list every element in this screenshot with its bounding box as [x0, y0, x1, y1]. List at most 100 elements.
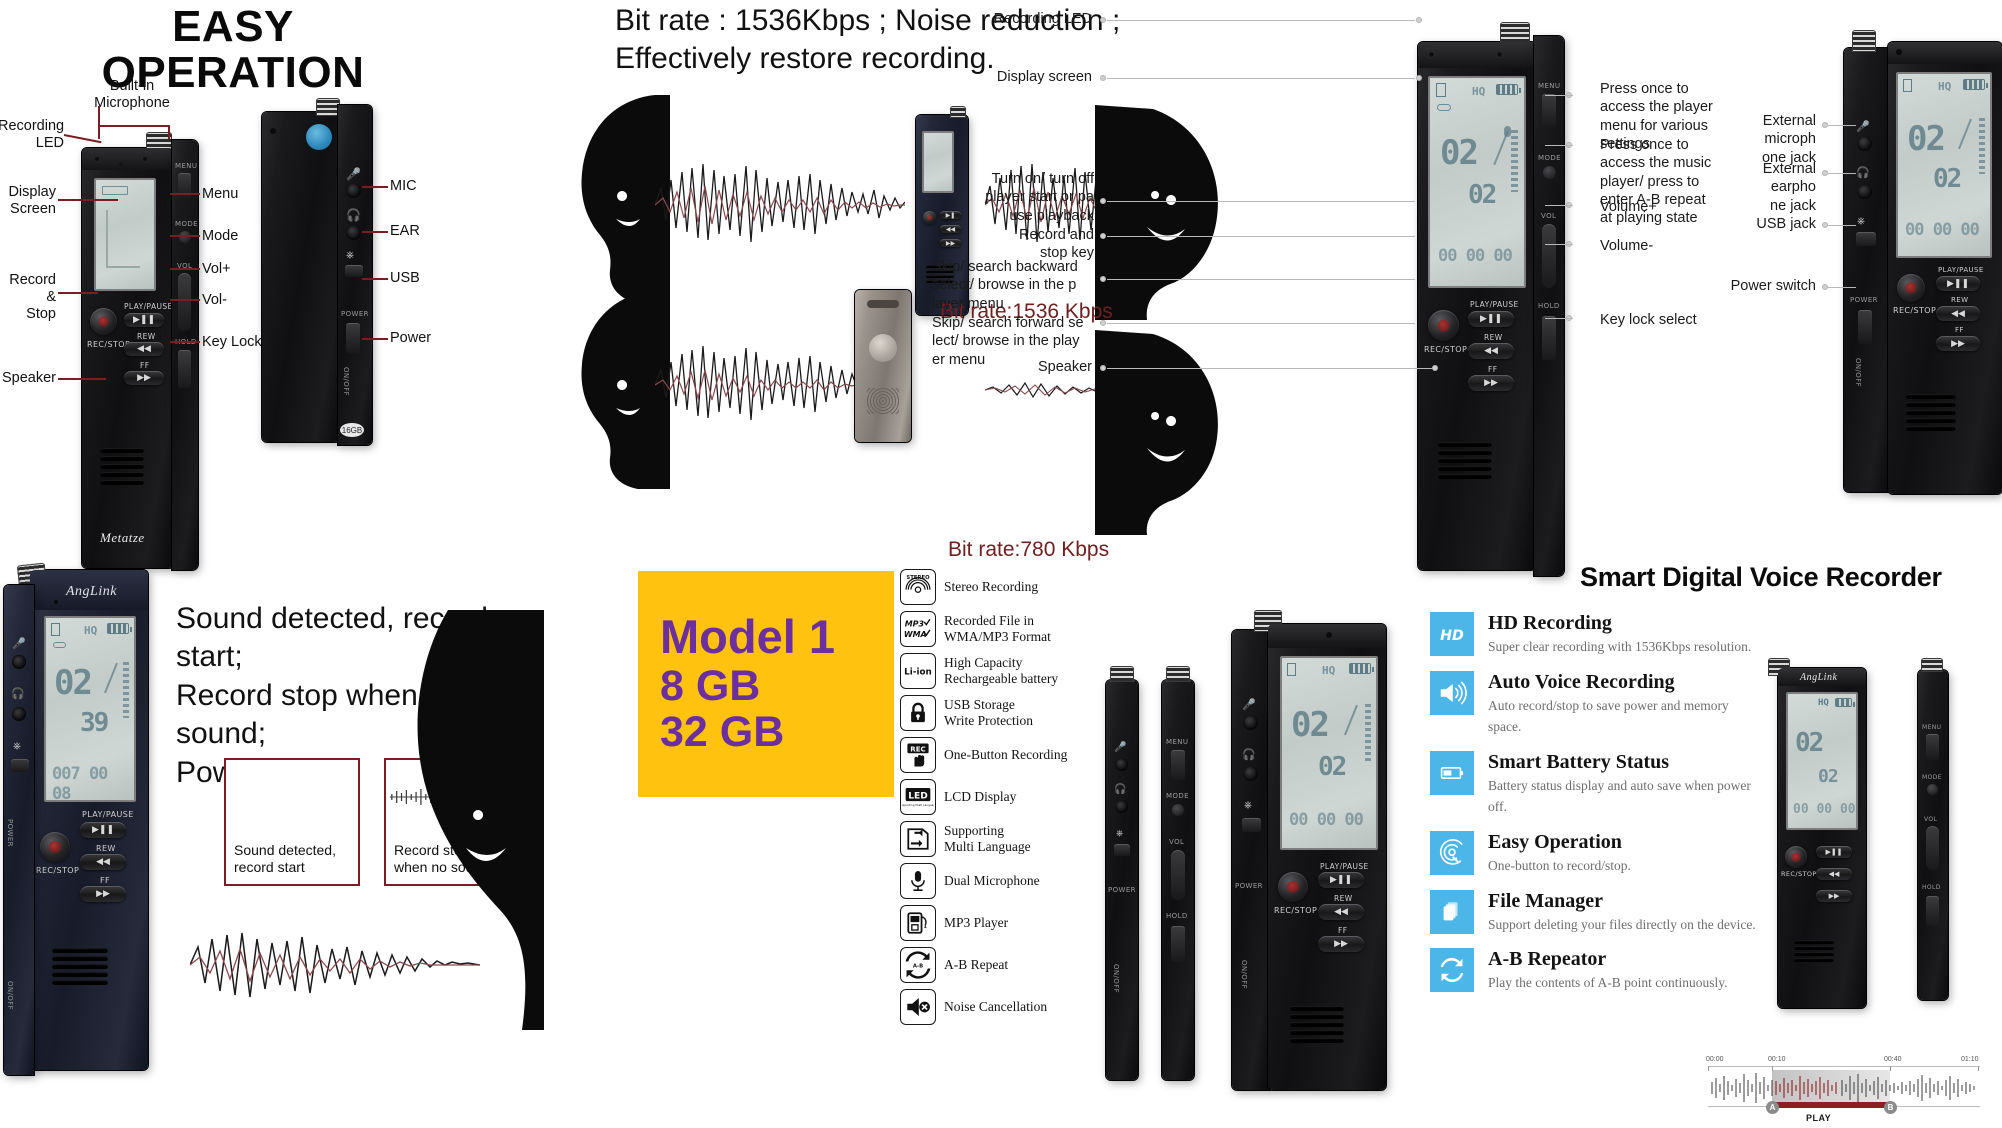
cluster1-usb-jack[interactable]: [1114, 844, 1130, 856]
power-switch[interactable]: [346, 323, 360, 353]
mini-ff-button[interactable]: ▶▶: [940, 239, 961, 247]
blue-rew-button[interactable]: ◀◀: [80, 854, 126, 870]
device-annotated-main: HQ 02 02 00 00 00 REC/STOP PLAY/PAUSE ▶❚…: [1418, 22, 1536, 570]
far-lcd-mid: 02: [1933, 164, 1962, 194]
key-lock-switch[interactable]: [178, 350, 191, 388]
cluster1-mic-grill: [1110, 666, 1134, 682]
model-badge-line3: 32 GB: [660, 708, 785, 757]
callout-recording-led: Recording LED: [0, 118, 65, 152]
far-external-earphone-jack[interactable]: [1857, 184, 1872, 199]
far-play-button[interactable]: ▶❚❚: [1936, 276, 1980, 291]
cluster2-menu-button[interactable]: [1171, 750, 1185, 780]
ab-marker-a[interactable]: A: [1766, 1101, 1779, 1114]
key-lock-switch-annotated[interactable]: [1542, 316, 1556, 360]
external-microphone-jack[interactable]: [346, 183, 361, 198]
blue-mic-jack[interactable]: [12, 655, 26, 669]
menu-button[interactable]: [178, 173, 191, 199]
page-title-line1: EASY: [172, 2, 294, 51]
cluster2-volume-rocker[interactable]: [1171, 850, 1185, 900]
noise-cancellation-icon: [900, 988, 936, 1025]
cluster-main-mic-icon: 🎤: [1242, 699, 1256, 711]
cluster-main-mic-jack[interactable]: [1243, 715, 1258, 730]
device-mini-silver: [855, 290, 911, 442]
bitrate-headline: Bit rate : 1536Kbps ; Noise reduction ; …: [615, 2, 1215, 79]
cluster-main-speaker: [1290, 1006, 1344, 1043]
play-pause-button[interactable]: ▶❚❚: [124, 313, 164, 327]
mini-lcd: [922, 131, 954, 193]
mode-button-annotated[interactable]: [1543, 166, 1556, 179]
cluster-main-rec-button[interactable]: [1278, 872, 1308, 902]
blue-rec-button[interactable]: [40, 832, 70, 862]
device-blue-side: 🎤 🎧 ⎈ POWER ON/OFF: [4, 585, 34, 1075]
leader-power-playback: [1107, 201, 1415, 203]
cluster-main-lcd-big: 02: [1291, 705, 1330, 745]
menu-button-annotated[interactable]: [1542, 94, 1556, 128]
li-ion-battery-icon: Li-ion: [900, 652, 936, 689]
br-rec-button[interactable]: [1785, 846, 1807, 868]
br-side-menu-button[interactable]: [1926, 734, 1939, 760]
dot-speaker-grey: [1100, 365, 1106, 371]
mic-hole-annotated: [1496, 51, 1503, 58]
mini-play-button[interactable]: ▶❚: [940, 211, 961, 219]
br-rew-button[interactable]: ◀◀: [1816, 868, 1852, 880]
br-side-volume-rocker[interactable]: [1926, 826, 1939, 870]
play-pause-button-annotated[interactable]: ▶❚❚: [1468, 311, 1514, 327]
rew-label: REW: [137, 332, 156, 341]
far-rew-button[interactable]: ◀◀: [1936, 306, 1980, 321]
dot-recording-led: [1100, 17, 1106, 23]
cluster-main-usb-jack[interactable]: [1242, 818, 1261, 832]
ab-time-1: 00:10: [1768, 1056, 1786, 1063]
mini-rec-button[interactable]: [923, 211, 936, 224]
cluster-main-rew-button[interactable]: ◀◀: [1318, 904, 1364, 920]
far-power-switch[interactable]: [1858, 310, 1872, 344]
external-earphone-jack[interactable]: [346, 225, 361, 240]
ff-button[interactable]: ▶▶: [124, 371, 164, 385]
blue-usb-jack[interactable]: [11, 759, 29, 772]
lcd-mid-number: 02: [1468, 180, 1497, 210]
usb-jack[interactable]: [345, 265, 363, 277]
leader-key-lock-select: [1545, 318, 1573, 320]
record-stop-button[interactable]: [90, 308, 117, 335]
ab-time-3: 01:10: [1961, 1056, 1979, 1063]
callout-display-screen: Display Screen: [8, 184, 56, 218]
callout-usb-jack: USB jack: [1756, 216, 1816, 232]
br-ff-button[interactable]: ▶▶: [1816, 890, 1852, 902]
ff-label: FF: [140, 361, 150, 370]
blue-ff-button[interactable]: ▶▶: [80, 886, 126, 902]
blue-play-button[interactable]: ▶❚❚: [80, 822, 126, 838]
far-usb-jack[interactable]: [1856, 232, 1876, 246]
lcd-battery: [1496, 84, 1521, 95]
device-bottom-right-side: MENU MODE VOL HOLD: [1918, 658, 1948, 1000]
lcd-big-number: 02: [1440, 133, 1479, 173]
far-ff-button[interactable]: ▶▶: [1936, 336, 1980, 351]
far-external-microphone-jack[interactable]: [1857, 136, 1872, 151]
cluster-main-ff-button[interactable]: ▶▶: [1318, 936, 1364, 952]
br-side-hold-switch[interactable]: [1926, 896, 1939, 926]
cluster-main-ear-jack[interactable]: [1243, 766, 1258, 781]
ff-button-annotated[interactable]: ▶▶: [1468, 375, 1514, 391]
ab-marker-b[interactable]: B: [1884, 1101, 1897, 1114]
cluster2-mode-button[interactable]: [1172, 804, 1184, 816]
blue-lcd-time: 007 00 08: [52, 764, 108, 802]
blue-earphone-jack[interactable]: [12, 707, 26, 721]
cluster-main-play-button[interactable]: ▶❚❚: [1318, 872, 1364, 888]
mode-button[interactable]: [179, 231, 191, 243]
mini-rew-button[interactable]: ◀◀: [940, 225, 961, 233]
cluster1-ear-jack[interactable]: [1115, 800, 1128, 813]
far-ff-label: FF: [1955, 326, 1964, 334]
record-stop-button-annotated[interactable]: [1428, 310, 1459, 341]
br-side-mode-button[interactable]: [1927, 784, 1938, 795]
volume-rocker[interactable]: [178, 273, 191, 331]
br-lcd-quality: HQ: [1818, 698, 1829, 708]
ab-progress-bar[interactable]: [1772, 1102, 1890, 1108]
silver-dial[interactable]: [869, 334, 897, 362]
far-rec-button[interactable]: [1897, 274, 1925, 302]
callout-recording-led-grey: Recording LED: [993, 11, 1092, 27]
br-play-button[interactable]: ▶❚❚: [1816, 846, 1852, 858]
cluster2-hold-switch[interactable]: [1171, 926, 1185, 962]
cluster1-mic-jack[interactable]: [1115, 758, 1128, 771]
volume-rocker-annotated[interactable]: [1542, 224, 1556, 288]
rew-button[interactable]: ◀◀: [124, 342, 164, 356]
rew-button-annotated[interactable]: ◀◀: [1468, 343, 1514, 359]
cluster1-onoff-label: ON/OFF: [1112, 964, 1120, 994]
